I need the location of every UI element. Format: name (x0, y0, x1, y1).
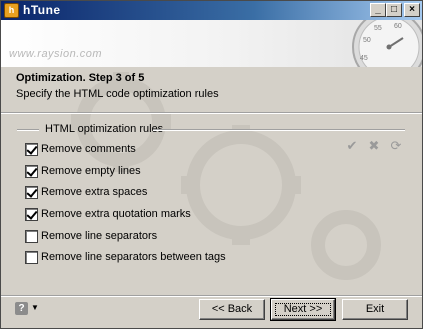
checkbox[interactable] (25, 186, 38, 199)
wizard-window: h hTune _ □ × 60 55 50 45 www.raysion.co… (0, 0, 423, 329)
rule-label: Remove extra spaces (41, 186, 148, 198)
checkbox[interactable] (25, 230, 38, 243)
help-icon: ? (15, 302, 28, 315)
back-button[interactable]: << Back (199, 299, 265, 320)
stopwatch-icon: 60 55 50 45 (352, 20, 422, 67)
brand-text: www.raysion.com (9, 48, 103, 60)
step-title: Optimization. Step 3 of 5 (16, 72, 145, 84)
stopwatch-number: 60 (394, 23, 402, 30)
uncheck-all-icon[interactable]: ✖ (367, 139, 381, 153)
close-button[interactable]: × (404, 3, 420, 17)
window-title: hTune (23, 3, 61, 17)
rule-label: Remove comments (41, 143, 136, 155)
footer-divider (1, 295, 422, 297)
group-divider (153, 129, 405, 131)
stopwatch-number: 55 (374, 25, 382, 32)
rules-toolbar: ✔ ✖ ⟳ (343, 139, 407, 155)
header-banner: 60 55 50 45 www.raysion.com (1, 20, 422, 67)
wizard-content: Optimization. Step 3 of 5 Specify the HT… (1, 67, 422, 295)
focus-rect (275, 303, 331, 316)
title-bar[interactable]: h hTune _ □ × (1, 1, 422, 20)
next-button[interactable]: Next >> (270, 298, 336, 321)
group-divider (17, 129, 39, 131)
chevron-down-icon: ▼ (31, 303, 39, 312)
maximize-button[interactable]: □ (386, 3, 402, 17)
help-button[interactable]: ? ▼ (15, 302, 39, 316)
rule-label: Remove line separators (41, 230, 158, 242)
header-divider (1, 112, 422, 114)
checkbox[interactable] (25, 143, 38, 156)
stopwatch-number: 45 (360, 55, 368, 62)
rule-label: Remove extra quotation marks (41, 208, 191, 220)
checkbox[interactable] (25, 251, 38, 264)
stopwatch-number: 50 (363, 37, 371, 44)
exit-button[interactable]: Exit (342, 299, 408, 320)
check-all-icon[interactable]: ✔ (345, 139, 359, 153)
rule-label: Remove line separators between tags (41, 251, 226, 263)
checkbox[interactable] (25, 165, 38, 178)
minimize-button[interactable]: _ (370, 3, 386, 17)
app-icon[interactable]: h (4, 3, 19, 18)
restore-defaults-icon[interactable]: ⟳ (389, 139, 403, 153)
checkbox[interactable] (25, 208, 38, 221)
rules-group-label: HTML optimization rules (45, 123, 164, 135)
step-description: Specify the HTML code optimization rules (16, 88, 219, 100)
rule-label: Remove empty lines (41, 165, 141, 177)
